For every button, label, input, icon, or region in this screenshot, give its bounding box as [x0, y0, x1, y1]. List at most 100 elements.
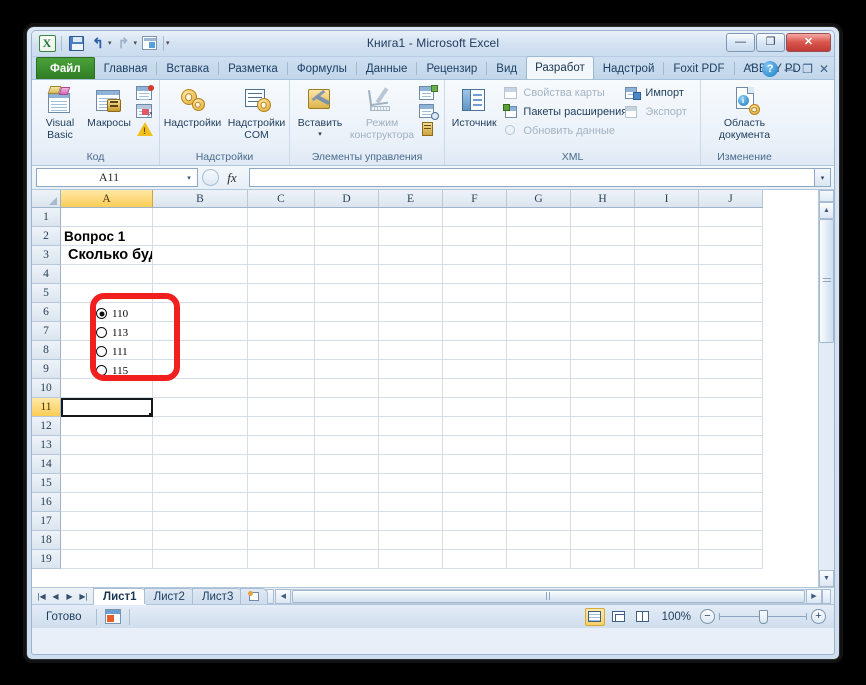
column-header-A[interactable]: A	[61, 190, 153, 207]
cell-A2[interactable]: Вопрос 1	[61, 227, 153, 246]
cell-E14[interactable]	[379, 455, 443, 474]
cell-A3[interactable]: Сколько будет 14*8+1=	[61, 246, 153, 265]
cell-A4[interactable]	[61, 265, 153, 284]
cell-B2[interactable]	[153, 227, 248, 246]
cell-I7[interactable]	[635, 322, 699, 341]
cell-J3[interactable]	[699, 246, 763, 265]
cell-E18[interactable]	[379, 531, 443, 550]
cell-F1[interactable]	[443, 208, 507, 227]
cell-D6[interactable]	[315, 303, 379, 322]
cell-J13[interactable]	[699, 436, 763, 455]
map-properties-button[interactable]: Свойства карты	[500, 84, 620, 102]
cell-F9[interactable]	[443, 360, 507, 379]
cell-C13[interactable]	[248, 436, 315, 455]
help-icon[interactable]: ?	[762, 61, 779, 77]
cell-F7[interactable]	[443, 322, 507, 341]
scroll-up-button[interactable]: ▲	[819, 202, 834, 219]
column-header-B[interactable]: B	[153, 190, 248, 207]
option-button-111[interactable]: 111	[96, 342, 128, 361]
cell-F3[interactable]	[443, 246, 507, 265]
cell-B16[interactable]	[153, 493, 248, 512]
cell-J17[interactable]	[699, 512, 763, 531]
cell-G8[interactable]	[507, 341, 571, 360]
cell-G3[interactable]	[507, 246, 571, 265]
formula-input[interactable]	[249, 168, 814, 187]
document-panel-button[interactable]: i Область документа	[708, 83, 782, 141]
cell-D17[interactable]	[315, 512, 379, 531]
cell-C16[interactable]	[248, 493, 315, 512]
cell-H5[interactable]	[571, 284, 635, 303]
cell-I11[interactable]	[635, 398, 699, 417]
row-header-2[interactable]: 2	[32, 227, 61, 246]
zoom-slider-thumb[interactable]	[759, 609, 768, 624]
cell-B15[interactable]	[153, 474, 248, 493]
row-header-14[interactable]: 14	[32, 455, 61, 474]
row-header-16[interactable]: 16	[32, 493, 61, 512]
cell-I14[interactable]	[635, 455, 699, 474]
row-header-12[interactable]: 12	[32, 417, 61, 436]
sheet-tab-list2[interactable]: Лист2	[143, 588, 195, 604]
cell-F15[interactable]	[443, 474, 507, 493]
expand-formula-bar-icon[interactable]: ▾	[814, 168, 831, 187]
cell-C7[interactable]	[248, 322, 315, 341]
sheet-tab-list1[interactable]: Лист1	[93, 588, 147, 605]
cell-F14[interactable]	[443, 455, 507, 474]
cell-C12[interactable]	[248, 417, 315, 436]
cell-D8[interactable]	[315, 341, 379, 360]
row-header-18[interactable]: 18	[32, 531, 61, 550]
tab-view[interactable]: Вид	[487, 58, 526, 79]
cell-B6[interactable]	[153, 303, 248, 322]
cell-E8[interactable]	[379, 341, 443, 360]
cell-J6[interactable]	[699, 303, 763, 322]
cell-G4[interactable]	[507, 265, 571, 284]
cell-C3[interactable]	[248, 246, 315, 265]
cell-H13[interactable]	[571, 436, 635, 455]
cell-D12[interactable]	[315, 417, 379, 436]
page-break-view-button[interactable]	[633, 608, 653, 626]
doc-minimize-icon[interactable]: —	[784, 63, 796, 75]
tab-file[interactable]: Файл	[36, 57, 95, 79]
cell-G9[interactable]	[507, 360, 571, 379]
cell-H16[interactable]	[571, 493, 635, 512]
cell-E4[interactable]	[379, 265, 443, 284]
cell-H9[interactable]	[571, 360, 635, 379]
cell-I2[interactable]	[635, 227, 699, 246]
cell-A15[interactable]	[61, 474, 153, 493]
cell-B9[interactable]	[153, 360, 248, 379]
cell-B18[interactable]	[153, 531, 248, 550]
cell-J11[interactable]	[699, 398, 763, 417]
addins-button[interactable]: Надстройки	[164, 83, 221, 130]
cell-H2[interactable]	[571, 227, 635, 246]
cell-I6[interactable]	[635, 303, 699, 322]
cell-G18[interactable]	[507, 531, 571, 550]
cell-F18[interactable]	[443, 531, 507, 550]
cell-I5[interactable]	[635, 284, 699, 303]
design-mode-button[interactable]: Режим конструктора	[349, 83, 415, 141]
h-scroll-track[interactable]	[291, 588, 806, 604]
row-header-10[interactable]: 10	[32, 379, 61, 398]
cell-A18[interactable]	[61, 531, 153, 550]
com-addins-button[interactable]: Надстройки COM	[228, 83, 285, 141]
cell-E13[interactable]	[379, 436, 443, 455]
column-header-I[interactable]: I	[635, 190, 699, 207]
cell-D18[interactable]	[315, 531, 379, 550]
option-button-115[interactable]: 115	[96, 361, 128, 380]
cell-E2[interactable]	[379, 227, 443, 246]
cell-H14[interactable]	[571, 455, 635, 474]
cell-J7[interactable]	[699, 322, 763, 341]
cell-G7[interactable]	[507, 322, 571, 341]
cell-D14[interactable]	[315, 455, 379, 474]
zoom-out-button[interactable]: −	[700, 609, 715, 624]
tab-formulas[interactable]: Формулы	[288, 58, 356, 79]
cell-F6[interactable]	[443, 303, 507, 322]
row-header-4[interactable]: 4	[32, 265, 61, 284]
cell-A12[interactable]	[61, 417, 153, 436]
name-box-dropdown-icon[interactable]: ▾	[181, 174, 197, 182]
cell-G1[interactable]	[507, 208, 571, 227]
row-header-17[interactable]: 17	[32, 512, 61, 531]
minimize-button[interactable]: —	[726, 33, 755, 52]
tab-foxit-pdf[interactable]: Foxit PDF	[664, 58, 733, 79]
cell-J5[interactable]	[699, 284, 763, 303]
cell-B4[interactable]	[153, 265, 248, 284]
relative-references-icon[interactable]: ↗	[135, 103, 154, 120]
